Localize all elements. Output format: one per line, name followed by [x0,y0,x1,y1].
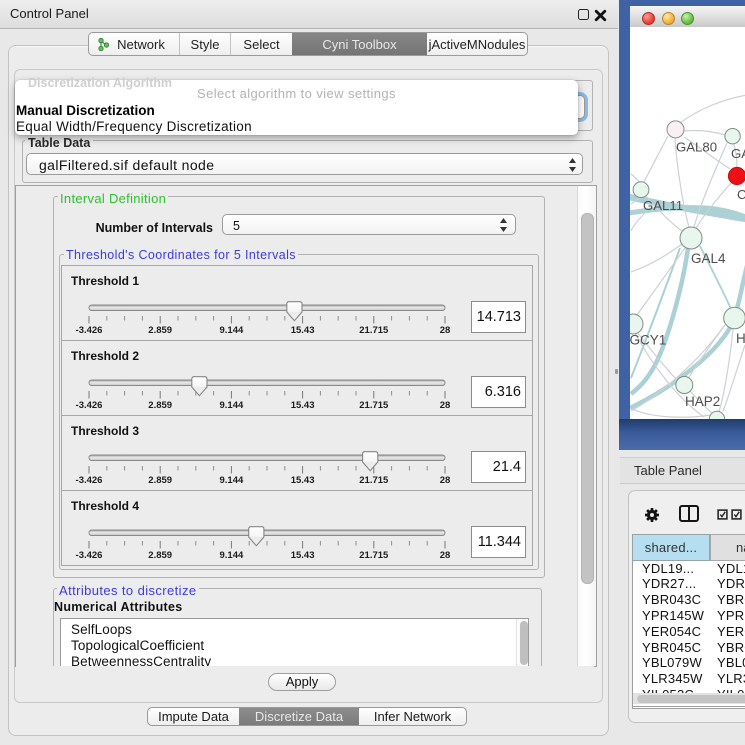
svg-text:HAP2: HAP2 [685,394,720,409]
svg-text:GAL11: GAL11 [643,198,683,213]
svg-text:GAL80: GAL80 [676,140,717,155]
svg-text:H: H [736,331,745,346]
svg-text:C: C [737,187,745,202]
svg-text:GAL4: GAL4 [691,251,726,266]
svg-text:GCY1: GCY1 [630,333,666,348]
svg-text:GAL: GAL [731,146,745,161]
